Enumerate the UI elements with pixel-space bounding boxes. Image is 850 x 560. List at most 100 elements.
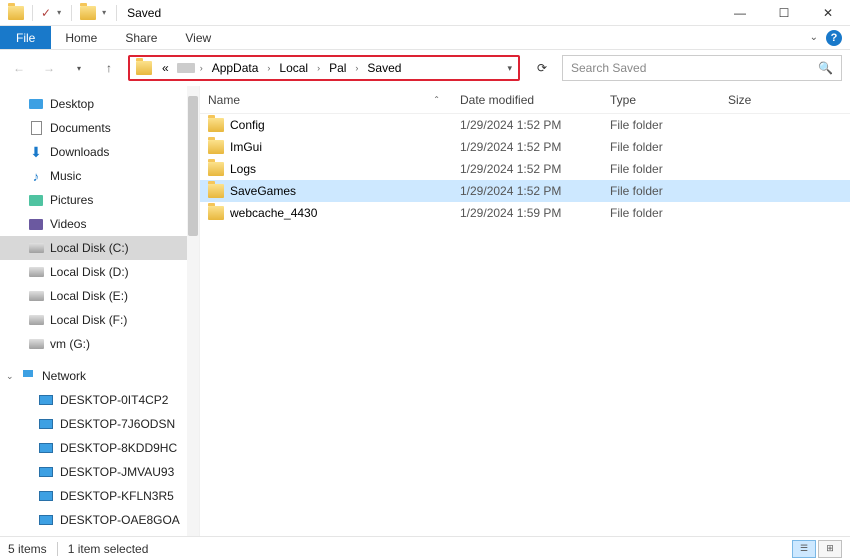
blurred-crumb[interactable] [177,63,195,73]
file-name: ImGui [230,140,262,154]
tree-item-label: Local Disk (F:) [50,313,127,327]
net-icon [20,368,36,384]
file-row[interactable]: Logs1/29/2024 1:52 PMFile folder [200,158,850,180]
tree-item-label: vm (G:) [50,337,90,351]
qat-properties-icon[interactable]: ✓ [41,6,51,20]
folder-icon [80,6,96,20]
down-icon: ⬇ [28,144,44,160]
tree-item[interactable]: Desktop [0,92,199,116]
scrollbar[interactable] [187,86,199,536]
file-name: SaveGames [230,184,296,198]
file-date: 1/29/2024 1:52 PM [460,118,610,132]
tree-item-label: Network [42,369,86,383]
file-row[interactable]: SaveGames1/29/2024 1:52 PMFile folder [200,180,850,202]
file-type: File folder [610,184,728,198]
search-icon[interactable]: 🔍 [818,61,833,75]
tree-item-label: Music [50,169,81,183]
details-view-button[interactable]: ☰ [792,540,816,558]
folder-icon [208,118,224,132]
tree-item[interactable]: Local Disk (E:) [0,284,199,308]
tree-item-label: Local Disk (D:) [50,265,129,279]
icons-view-button[interactable]: ⊞ [818,540,842,558]
tree-item-label: DESKTOP-8KDD9HC [60,441,177,455]
tab-home[interactable]: Home [51,26,111,49]
column-date[interactable]: Date modified [460,93,610,107]
recent-dropdown-icon[interactable]: ▾ [68,57,90,79]
breadcrumb[interactable]: Local [273,57,314,79]
status-bar: 5 items 1 item selected ☰ ⊞ [0,536,850,560]
tree-item[interactable]: DESKTOP-OAE8GOA [0,508,199,532]
tree-item[interactable]: ⬇ Downloads [0,140,199,164]
refresh-button[interactable]: ⟳ [530,56,554,80]
mon-icon [38,416,54,432]
tree-item[interactable]: DESKTOP-KFLN3R5 [0,484,199,508]
tree-item[interactable]: Local Disk (C:) [0,236,199,260]
file-row[interactable]: webcache_44301/29/2024 1:59 PMFile folde… [200,202,850,224]
nav-tree[interactable]: Desktop Documents ⬇ Downloads ♪Music Pictures… [0,86,200,536]
tree-item[interactable]: vm (G:) [0,332,199,356]
disk-icon [28,336,44,352]
window-controls: — ☐ ✕ [718,0,850,26]
column-size[interactable]: Size [728,93,808,107]
search-placeholder: Search Saved [571,61,646,75]
tree-item[interactable]: ⌄ Network [0,364,199,388]
window-title: Saved [127,6,161,20]
selection-count: 1 item selected [68,542,149,556]
tree-item-label: DESKTOP-JMVAU93 [60,465,174,479]
address-bar[interactable]: « › AppData › Local › Pal › Saved ▾ [128,55,520,81]
scrollbar-thumb[interactable] [188,96,198,236]
expand-icon[interactable]: ⌄ [6,371,14,382]
file-type: File folder [610,206,728,220]
tree-item-label: Documents [50,121,111,135]
folder-icon [208,162,224,176]
file-row[interactable]: ImGui1/29/2024 1:52 PMFile folder [200,136,850,158]
column-name[interactable]: Name ⌃ [208,93,460,107]
breadcrumb-overflow[interactable]: « [156,57,175,79]
tree-item-label: Pictures [50,193,93,207]
app-icon[interactable] [8,6,24,20]
breadcrumb[interactable]: AppData [206,57,265,79]
column-headers: Name ⌃ Date modified Type Size [200,86,850,114]
forward-button[interactable]: → [38,57,60,79]
address-dropdown-icon[interactable]: ▾ [507,63,512,74]
tree-item[interactable]: Videos [0,212,199,236]
qat-overflow-icon[interactable]: ▾ [100,6,108,19]
tree-item[interactable]: Local Disk (D:) [0,260,199,284]
mon-icon [38,512,54,528]
file-date: 1/29/2024 1:52 PM [460,140,610,154]
sort-indicator-icon: ⌃ [433,95,440,104]
tree-item[interactable]: Local Disk (F:) [0,308,199,332]
doc-icon [28,120,44,136]
close-button[interactable]: ✕ [806,0,850,26]
search-input[interactable]: Search Saved 🔍 [562,55,842,81]
tree-item[interactable]: ♪Music [0,164,199,188]
chevron-right-icon[interactable]: › [314,63,323,73]
qat-dropdown-icon[interactable]: ▾ [55,6,63,19]
file-name: Logs [230,162,256,176]
breadcrumb[interactable]: Saved [361,57,407,79]
column-type[interactable]: Type [610,93,728,107]
minimize-button[interactable]: — [718,0,762,26]
tab-view[interactable]: View [171,26,225,49]
help-icon[interactable]: ? [826,30,842,46]
tree-item[interactable]: Pictures [0,188,199,212]
tree-item[interactable]: DESKTOP-0IT4CP2 [0,388,199,412]
maximize-button[interactable]: ☐ [762,0,806,26]
tree-item[interactable]: DESKTOP-JMVAU93 [0,460,199,484]
desktop-icon [28,96,44,112]
tree-item[interactable]: DESKTOP-7J6ODSN [0,412,199,436]
chevron-right-icon[interactable]: › [197,63,206,73]
chevron-right-icon[interactable]: › [264,63,273,73]
back-button[interactable]: ← [8,57,30,79]
chevron-right-icon[interactable]: › [352,63,361,73]
up-button[interactable]: ↑ [98,57,120,79]
ribbon-collapse-icon[interactable]: ⌄ [810,32,818,43]
tab-share[interactable]: Share [111,26,171,49]
file-row[interactable]: Config1/29/2024 1:52 PMFile folder [200,114,850,136]
tree-item-label: Downloads [50,145,109,159]
file-tab[interactable]: File [0,26,51,49]
tree-item[interactable]: Documents [0,116,199,140]
breadcrumb[interactable]: Pal [323,57,352,79]
disk-icon [28,288,44,304]
tree-item[interactable]: DESKTOP-8KDD9HC [0,436,199,460]
